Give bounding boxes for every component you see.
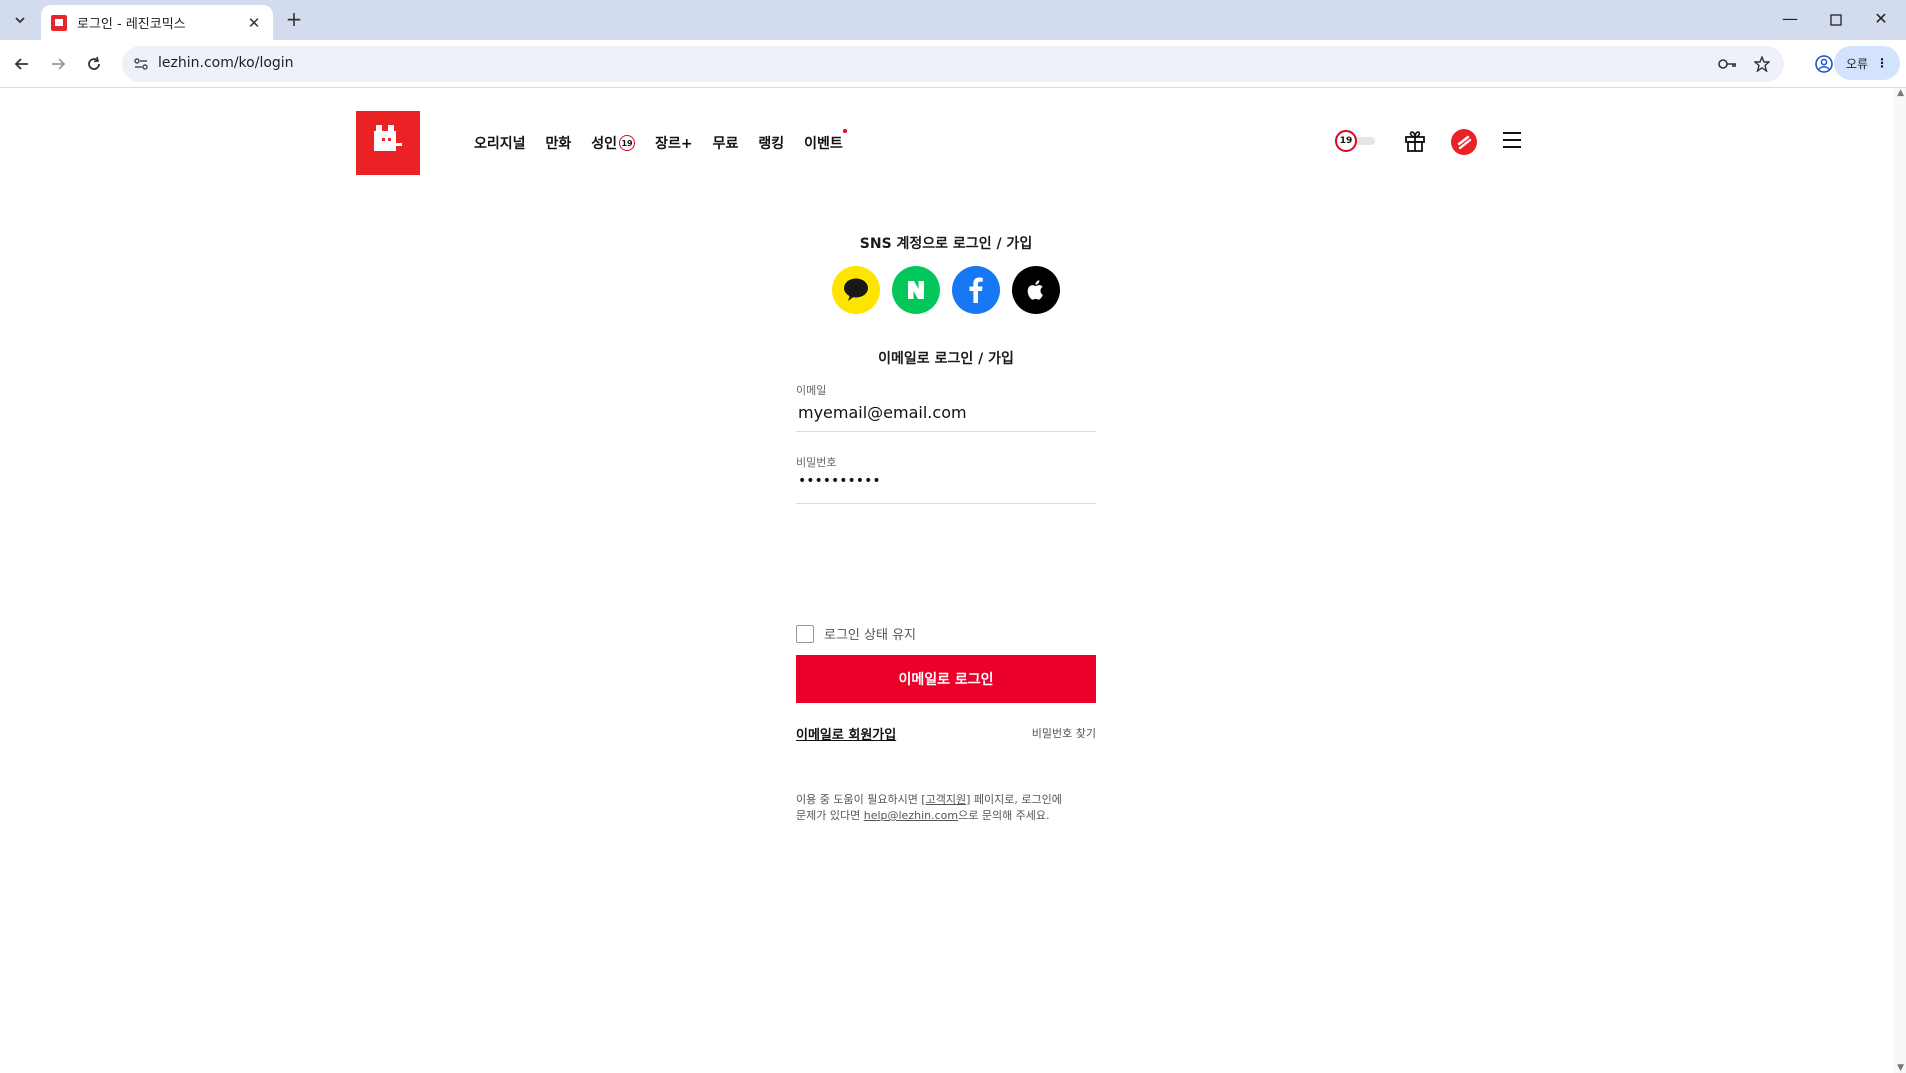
url-text: lezhin.com/ko/login <box>158 55 294 71</box>
adult-content-toggle[interactable]: 19 <box>1335 130 1377 152</box>
address-bar[interactable]: lezhin.com/ko/login <box>122 46 1784 82</box>
password-key-icon[interactable] <box>1718 54 1738 74</box>
close-icon[interactable]: ✕ <box>245 14 263 32</box>
lezhin-favicon-icon <box>51 14 67 31</box>
sns-login-buttons <box>832 266 1060 314</box>
bookmark-star-icon[interactable] <box>1752 54 1772 74</box>
help-text: 이용 중 도움이 필요하시면 [고객지원] 페이지로, 로그인에 문제가 있다면… <box>796 793 1062 822</box>
apple-login-button[interactable] <box>1012 266 1060 314</box>
browser-chrome: 로그인 - 레진코믹스 ✕ + — ✕ lezhin.com/ko/login <box>0 0 1906 88</box>
page-scrollbar[interactable]: ▲ ▼ <box>1894 88 1906 1073</box>
nav-original[interactable]: 오리지널 <box>474 133 526 153</box>
apple-icon <box>1027 280 1043 300</box>
kakao-login-button[interactable] <box>832 266 880 314</box>
password-input[interactable]: •••••••••• <box>798 473 881 489</box>
nav-comics[interactable]: 만화 <box>546 133 572 153</box>
coin-icon[interactable] <box>1451 129 1477 155</box>
facebook-icon <box>969 277 983 303</box>
hamburger-menu-icon[interactable] <box>1502 131 1522 149</box>
back-arrow-icon[interactable] <box>8 50 36 78</box>
help-email-link[interactable]: help@lezhin.com <box>864 809 958 822</box>
facebook-login-button[interactable] <box>952 266 1000 314</box>
browser-tab[interactable]: 로그인 - 레진코믹스 ✕ <box>41 5 273 40</box>
tab-search-button[interactable] <box>8 8 32 32</box>
tab-strip: 로그인 - 레진코믹스 ✕ + — ✕ <box>0 0 1906 40</box>
chevron-down-icon <box>15 17 25 24</box>
scroll-up-icon[interactable]: ▲ <box>1897 88 1904 98</box>
toggle-19-badge: 19 <box>1335 130 1357 152</box>
email-field: 이메일 <box>796 382 1096 432</box>
email-signup-link[interactable]: 이메일로 회원가입 <box>796 724 896 743</box>
adult-19-badge: 19 <box>619 135 636 151</box>
reload-icon[interactable] <box>80 50 108 78</box>
gift-icon[interactable] <box>1403 129 1427 153</box>
scroll-down-icon[interactable]: ▼ <box>1897 1063 1904 1073</box>
customer-support-link[interactable]: 고객지원 <box>926 793 966 806</box>
kakao-icon <box>844 278 868 301</box>
new-tab-button[interactable]: + <box>282 8 306 32</box>
window-close-icon[interactable]: ✕ <box>1869 8 1893 32</box>
page-content: 오리지널 만화 성인 19 장르+ 무료 랭킹 이벤트 19 SNS 계정으로 로… <box>0 88 1894 1073</box>
sns-login-title: SNS 계정으로 로그인 / 가입 <box>859 236 1033 252</box>
lezhin-logo[interactable] <box>356 111 420 175</box>
nav-adult[interactable]: 성인 19 <box>591 133 636 153</box>
naver-icon <box>908 281 924 299</box>
maximize-icon[interactable] <box>1824 8 1848 32</box>
email-label: 이메일 <box>796 384 827 397</box>
minimize-icon[interactable]: — <box>1778 8 1802 32</box>
tab-title: 로그인 - 레진코믹스 <box>77 17 186 32</box>
keep-logged-in[interactable]: 로그인 상태 유지 <box>796 624 916 643</box>
cat-logo-icon <box>374 125 396 151</box>
keep-logged-in-checkbox[interactable] <box>796 624 814 643</box>
nav-genre[interactable]: 장르+ <box>655 133 693 153</box>
nav-event[interactable]: 이벤트 <box>804 129 847 153</box>
profile-error-chip[interactable]: 오류 ⋮ <box>1834 46 1900 80</box>
find-password-link[interactable]: 비밀번호 찾기 <box>1016 725 1096 741</box>
error-chip-label: 오류 <box>1845 56 1869 71</box>
main-nav: 오리지널 만화 성인 19 장르+ 무료 랭킹 이벤트 <box>474 129 847 153</box>
more-vertical-icon: ⋮ <box>1876 56 1889 70</box>
password-label: 비밀번호 <box>796 456 837 469</box>
browser-toolbar: lezhin.com/ko/login 오류 ⋮ <box>0 40 1906 88</box>
email-login-title: 이메일로 로그인 / 가입 <box>878 351 1014 367</box>
forward-arrow-icon[interactable] <box>44 50 72 78</box>
password-field: 비밀번호 •••••••••• <box>796 454 1096 504</box>
event-notification-dot <box>842 129 847 133</box>
nav-ranking[interactable]: 랭킹 <box>758 133 784 153</box>
nav-free[interactable]: 무료 <box>713 133 739 153</box>
email-input[interactable] <box>796 400 1096 424</box>
email-login-button[interactable]: 이메일로 로그인 <box>796 655 1096 703</box>
naver-login-button[interactable] <box>892 266 940 314</box>
keep-logged-in-label: 로그인 상태 유지 <box>824 628 916 643</box>
site-settings-icon[interactable] <box>132 55 150 73</box>
